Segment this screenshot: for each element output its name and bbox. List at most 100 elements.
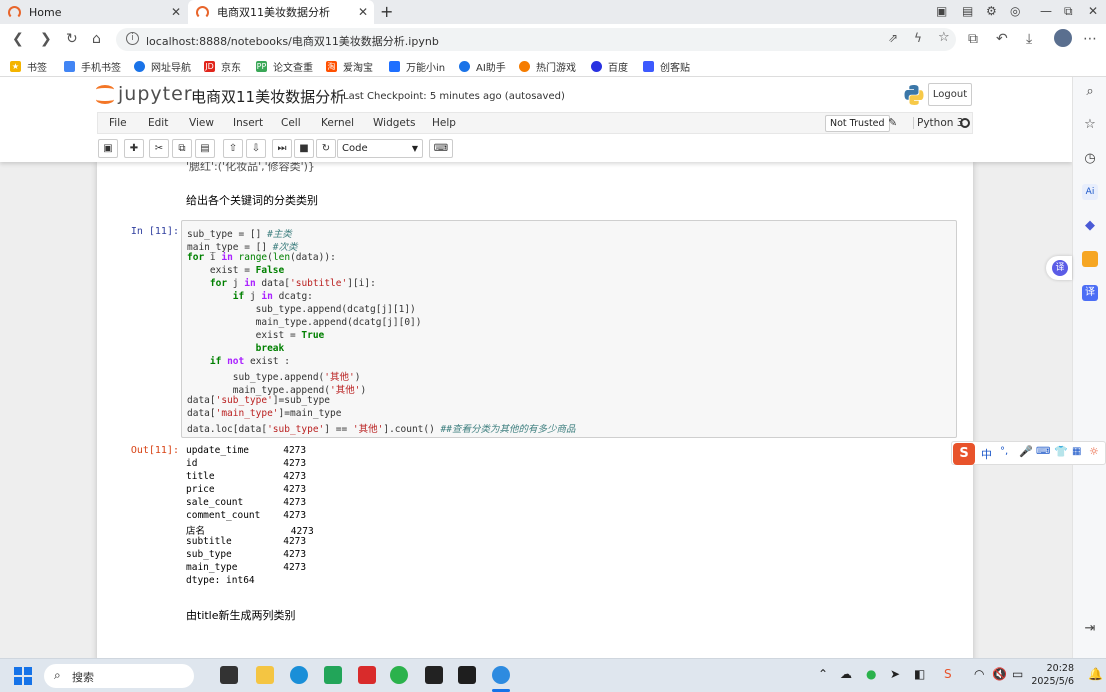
- bookmark-item[interactable]: 万能小in: [389, 59, 445, 74]
- windows-start-icon[interactable]: [14, 667, 32, 685]
- save-icon[interactable]: ▣: [98, 139, 118, 158]
- trust-status-button[interactable]: Not Trusted: [825, 115, 890, 132]
- address-bar[interactable]: i localhost:8888/notebooks/电商双11美妆数据分析.i…: [116, 28, 956, 51]
- menu-widgets[interactable]: Widgets: [373, 117, 415, 129]
- jupyter-logo[interactable]: jupyter: [96, 83, 193, 105]
- more-menu-icon[interactable]: ⋯: [1083, 31, 1097, 47]
- microphone-icon[interactable]: 🎤: [1019, 445, 1033, 458]
- home-icon[interactable]: ⌂: [92, 31, 101, 47]
- avatar[interactable]: [1054, 29, 1072, 47]
- bookmark-item[interactable]: 百度: [591, 59, 628, 74]
- keyboard-icon[interactable]: ⌨: [1036, 446, 1050, 457]
- menu-view[interactable]: View: [189, 117, 214, 129]
- skin-icon[interactable]: 👕: [1054, 445, 1068, 458]
- bookmark-item[interactable]: JD 京东: [204, 59, 241, 74]
- wechat-icon[interactable]: [390, 666, 408, 684]
- store-icon[interactable]: [324, 666, 342, 684]
- file-explorer-icon[interactable]: [256, 666, 274, 684]
- run-icon[interactable]: ⏭: [272, 139, 292, 158]
- pycharm-icon[interactable]: [425, 666, 443, 684]
- search-icon[interactable]: ⌕: [1082, 84, 1098, 100]
- bookmark-item[interactable]: 手机书签: [64, 59, 121, 74]
- extensions-puzzle-icon[interactable]: ⧉: [968, 31, 978, 47]
- ai-icon[interactable]: Ai: [1082, 184, 1098, 200]
- ime-language[interactable]: 中: [981, 446, 992, 462]
- bookmark-item[interactable]: AI助手: [459, 59, 506, 74]
- copy-icon[interactable]: ⧉: [172, 139, 192, 158]
- tab-home[interactable]: Home ✕: [0, 0, 187, 24]
- tray-app-icon[interactable]: ◧: [914, 667, 925, 681]
- close-tab-icon[interactable]: ✕: [171, 5, 181, 19]
- lightning-icon[interactable]: ϟ: [914, 31, 922, 45]
- more-icon[interactable]: ☼: [1089, 445, 1099, 458]
- floating-translate-button[interactable]: 译: [1046, 256, 1072, 280]
- maximize-button[interactable]: ⧉: [1064, 4, 1073, 19]
- restart-icon[interactable]: ↻: [316, 139, 336, 158]
- toolbox-grid-icon[interactable]: ▦: [1072, 446, 1081, 457]
- extensions-icon[interactable]: ⚙: [986, 4, 997, 18]
- back-icon[interactable]: ❮: [12, 31, 24, 47]
- site-info-icon[interactable]: i: [126, 32, 139, 45]
- new-tab-button[interactable]: +: [380, 2, 393, 21]
- code-cell-input[interactable]: sub_type = [] #主类 main_type = [] #次类 for…: [181, 220, 957, 438]
- favorites-star-icon[interactable]: ☆: [1082, 117, 1098, 133]
- taskbar-search[interactable]: ⌕ 搜索: [44, 664, 194, 688]
- close-window-button[interactable]: ✕: [1088, 4, 1098, 18]
- notification-bell-icon[interactable]: 🔔: [1088, 667, 1103, 681]
- markdown-cell[interactable]: 给出各个关键词的分类类别: [186, 192, 318, 208]
- move-down-icon[interactable]: ⇩: [246, 139, 266, 158]
- menu-help[interactable]: Help: [432, 117, 456, 129]
- menu-kernel[interactable]: Kernel: [321, 117, 354, 129]
- cut-icon[interactable]: ✂: [149, 139, 169, 158]
- edge-browser-icon[interactable]: [290, 666, 308, 684]
- active-browser-icon[interactable]: [492, 666, 510, 684]
- close-tab-icon[interactable]: ✕: [358, 5, 368, 19]
- bookmark-item[interactable]: 网址导航: [134, 59, 191, 74]
- wifi-icon[interactable]: ◠: [974, 667, 984, 681]
- forward-icon[interactable]: ❯: [40, 31, 52, 47]
- favorite-star-icon[interactable]: ☆: [938, 30, 950, 45]
- task-view-icon[interactable]: [220, 666, 238, 684]
- sogou-tray-icon[interactable]: S: [944, 667, 952, 681]
- cloud-icon[interactable]: ☁: [840, 667, 852, 681]
- move-up-icon[interactable]: ⇧: [223, 139, 243, 158]
- collections-icon[interactable]: ▤: [962, 4, 973, 18]
- stop-icon[interactable]: ■: [294, 139, 314, 158]
- kernel-name[interactable]: Python 3: [913, 117, 963, 129]
- game-controller-icon[interactable]: ◆: [1082, 218, 1098, 234]
- toolbox-icon[interactable]: [1082, 251, 1098, 267]
- bookmark-item[interactable]: 创客贴: [643, 59, 690, 74]
- bookmark-item[interactable]: PP 论文查重: [256, 59, 313, 74]
- logout-button[interactable]: Logout: [928, 83, 972, 106]
- tab-notebook[interactable]: 电商双11美妆数据分析 ✕: [188, 0, 374, 24]
- notebook-name[interactable]: 电商双11美妆数据分析: [191, 86, 345, 107]
- url-text[interactable]: localhost:8888/notebooks/电商双11美妆数据分析.ipy…: [146, 33, 439, 49]
- download-icon[interactable]: ⤓: [1026, 31, 1032, 47]
- volume-muted-icon[interactable]: 🔇: [992, 667, 1007, 681]
- send-icon[interactable]: ➤: [890, 667, 900, 681]
- collapse-panel-icon[interactable]: ⇥: [1082, 621, 1098, 637]
- chevron-up-icon[interactable]: ⌃: [818, 667, 828, 681]
- terminal-icon[interactable]: [458, 666, 476, 684]
- bookmark-item[interactable]: 淘爱淘宝: [326, 59, 373, 74]
- history-clock-icon[interactable]: ◷: [1082, 151, 1098, 167]
- add-cell-icon[interactable]: ✚: [124, 139, 144, 158]
- reload-icon[interactable]: ↻: [66, 31, 78, 47]
- bookmark-item[interactable]: 热门游戏: [519, 59, 576, 74]
- translate-icon[interactable]: 译: [1082, 285, 1098, 301]
- share-icon[interactable]: ⇗: [888, 31, 898, 45]
- system-clock[interactable]: 20:28 2025/5/6: [1030, 662, 1074, 688]
- history-icon[interactable]: ↶: [996, 31, 1008, 47]
- reading-list-icon[interactable]: ▣: [936, 4, 947, 18]
- menu-cell[interactable]: Cell: [281, 117, 301, 129]
- menu-insert[interactable]: Insert: [233, 117, 263, 129]
- punctuation-icon[interactable]: °,: [1000, 446, 1008, 457]
- menu-edit[interactable]: Edit: [148, 117, 168, 129]
- wps-icon[interactable]: [358, 666, 376, 684]
- wechat-tray-icon[interactable]: ●: [866, 667, 876, 681]
- bookmark-item[interactable]: ★ 书签: [10, 59, 47, 74]
- edit-pencil-icon[interactable]: ✎: [888, 116, 897, 129]
- keyboard-icon[interactable]: ⌨: [429, 139, 453, 158]
- ime-toolbar[interactable]: S 中 °, 🎤 ⌨ 👕 ▦ ☼: [951, 441, 1106, 465]
- markdown-cell[interactable]: 由title新生成两列类别: [186, 607, 296, 623]
